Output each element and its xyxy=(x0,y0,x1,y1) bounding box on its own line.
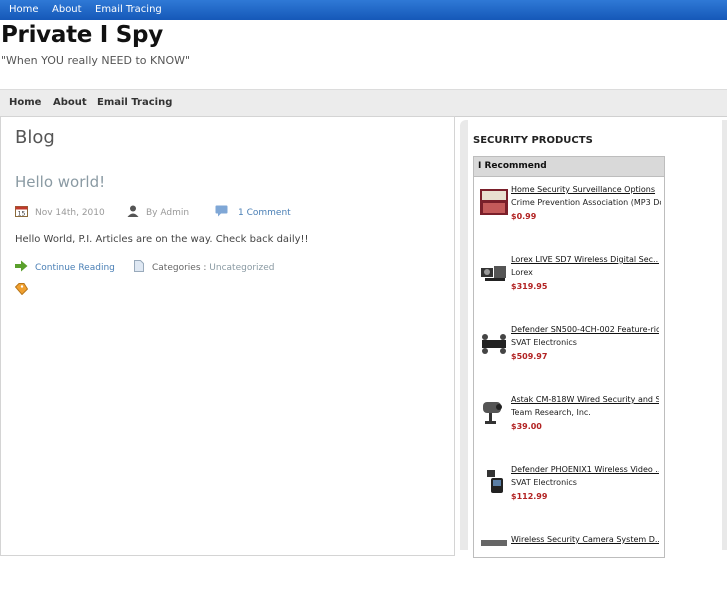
post-body: Hello World, P.I. Articles are on the wa… xyxy=(15,234,309,245)
content-panel: Blog Hello world! 15 Nov 14th, 2010 By A… xyxy=(0,116,455,556)
product-name-link[interactable]: Home Security Surveillance Options xyxy=(511,185,659,194)
product-thumbnail-book[interactable] xyxy=(479,188,509,216)
product-thumbnail-handheld-monitor[interactable] xyxy=(479,468,509,496)
product-price: $319.95 xyxy=(511,282,548,291)
categories-label: Categories : xyxy=(152,262,207,273)
product-name-link[interactable]: Lorex LIVE SD7 Wireless Digital Sec... xyxy=(511,255,659,264)
top-nav-home[interactable]: Home xyxy=(9,4,39,15)
product-thumbnail-bullet-camera[interactable] xyxy=(479,398,509,426)
product-name-link[interactable]: Wireless Security Camera System D... xyxy=(511,535,659,544)
product-thumbnail-camera-kit[interactable] xyxy=(479,258,509,286)
post-comments: 1 Comment xyxy=(215,205,291,220)
post-author-text: By Admin xyxy=(146,207,190,218)
document-icon xyxy=(134,260,144,275)
continue-reading: Continue Reading xyxy=(15,260,115,275)
main-nav-about[interactable]: About xyxy=(53,97,87,108)
calendar-icon: 15 xyxy=(15,205,28,220)
product-name-link[interactable]: Astak CM-818W Wired Security and S... xyxy=(511,395,659,404)
site-tagline: "When YOU really NEED to KNOW" xyxy=(1,54,191,67)
product-item[interactable]: Wireless Security Camera System D... xyxy=(474,535,664,595)
post-date: 15 Nov 14th, 2010 xyxy=(15,205,105,220)
post-date-text: Nov 14th, 2010 xyxy=(35,207,105,218)
arrow-right-icon xyxy=(15,260,28,275)
product-brand: Crime Prevention Association (MP3 Downl.… xyxy=(511,198,661,207)
product-brand: SVAT Electronics xyxy=(511,478,577,487)
product-brand: Team Research, Inc. xyxy=(511,408,591,417)
sidebar-title: SECURITY PRODUCTS xyxy=(473,135,593,146)
product-price: $39.00 xyxy=(511,422,542,431)
main-nav-home[interactable]: Home xyxy=(9,97,41,108)
user-icon xyxy=(127,205,139,220)
top-nav-about[interactable]: About xyxy=(52,4,82,15)
product-item[interactable]: Defender PHOENIX1 Wireless Video ... SVA… xyxy=(474,465,664,525)
product-name-link[interactable]: Defender SN500-4CH-002 Feature-ric... xyxy=(511,325,659,334)
site-title[interactable]: Private I Spy xyxy=(1,22,163,48)
comment-icon xyxy=(215,205,228,220)
tag-icon xyxy=(14,283,29,298)
product-price: $112.99 xyxy=(511,492,548,501)
continue-reading-link[interactable]: Continue Reading xyxy=(35,263,115,273)
recommend-widget: I Recommend Home Security Surveillance O… xyxy=(473,156,665,558)
main-nav-bar: Home About Email Tracing xyxy=(0,89,727,117)
main-nav-email-tracing[interactable]: Email Tracing xyxy=(97,97,172,108)
page-title: Blog xyxy=(15,127,55,148)
top-nav-bar: Home About Email Tracing xyxy=(0,0,727,20)
product-item[interactable]: Defender SN500-4CH-002 Feature-ric... SV… xyxy=(474,325,664,385)
post-tags xyxy=(14,283,29,298)
product-item[interactable]: Lorex LIVE SD7 Wireless Digital Sec... L… xyxy=(474,255,664,315)
comments-link[interactable]: 1 Comment xyxy=(238,208,291,218)
sidebar-inner: SECURITY PRODUCTS I Recommend Home Secur… xyxy=(468,120,722,558)
post-author: By Admin xyxy=(127,205,189,220)
top-nav-email-tracing[interactable]: Email Tracing xyxy=(95,4,162,15)
svg-text:15: 15 xyxy=(18,211,26,218)
post-title[interactable]: Hello world! xyxy=(15,173,105,191)
product-thumbnail-dvr-kit[interactable] xyxy=(479,328,509,356)
product-thumbnail-camera-system[interactable] xyxy=(479,538,509,566)
product-price: $509.97 xyxy=(511,352,548,361)
product-brand: Lorex xyxy=(511,268,533,277)
product-brand: SVAT Electronics xyxy=(511,338,577,347)
category-link[interactable]: Uncategorized xyxy=(209,263,274,273)
sidebar: SECURITY PRODUCTS I Recommend Home Secur… xyxy=(460,120,727,558)
post-categories: Categories : Uncategorized xyxy=(134,260,275,275)
product-item[interactable]: Home Security Surveillance Options Crime… xyxy=(474,185,664,245)
product-name-link[interactable]: Defender PHOENIX1 Wireless Video ... xyxy=(511,465,659,474)
product-item[interactable]: Astak CM-818W Wired Security and S... Te… xyxy=(474,395,664,455)
widget-title: I Recommend xyxy=(474,157,664,177)
product-price: $0.99 xyxy=(511,212,537,221)
